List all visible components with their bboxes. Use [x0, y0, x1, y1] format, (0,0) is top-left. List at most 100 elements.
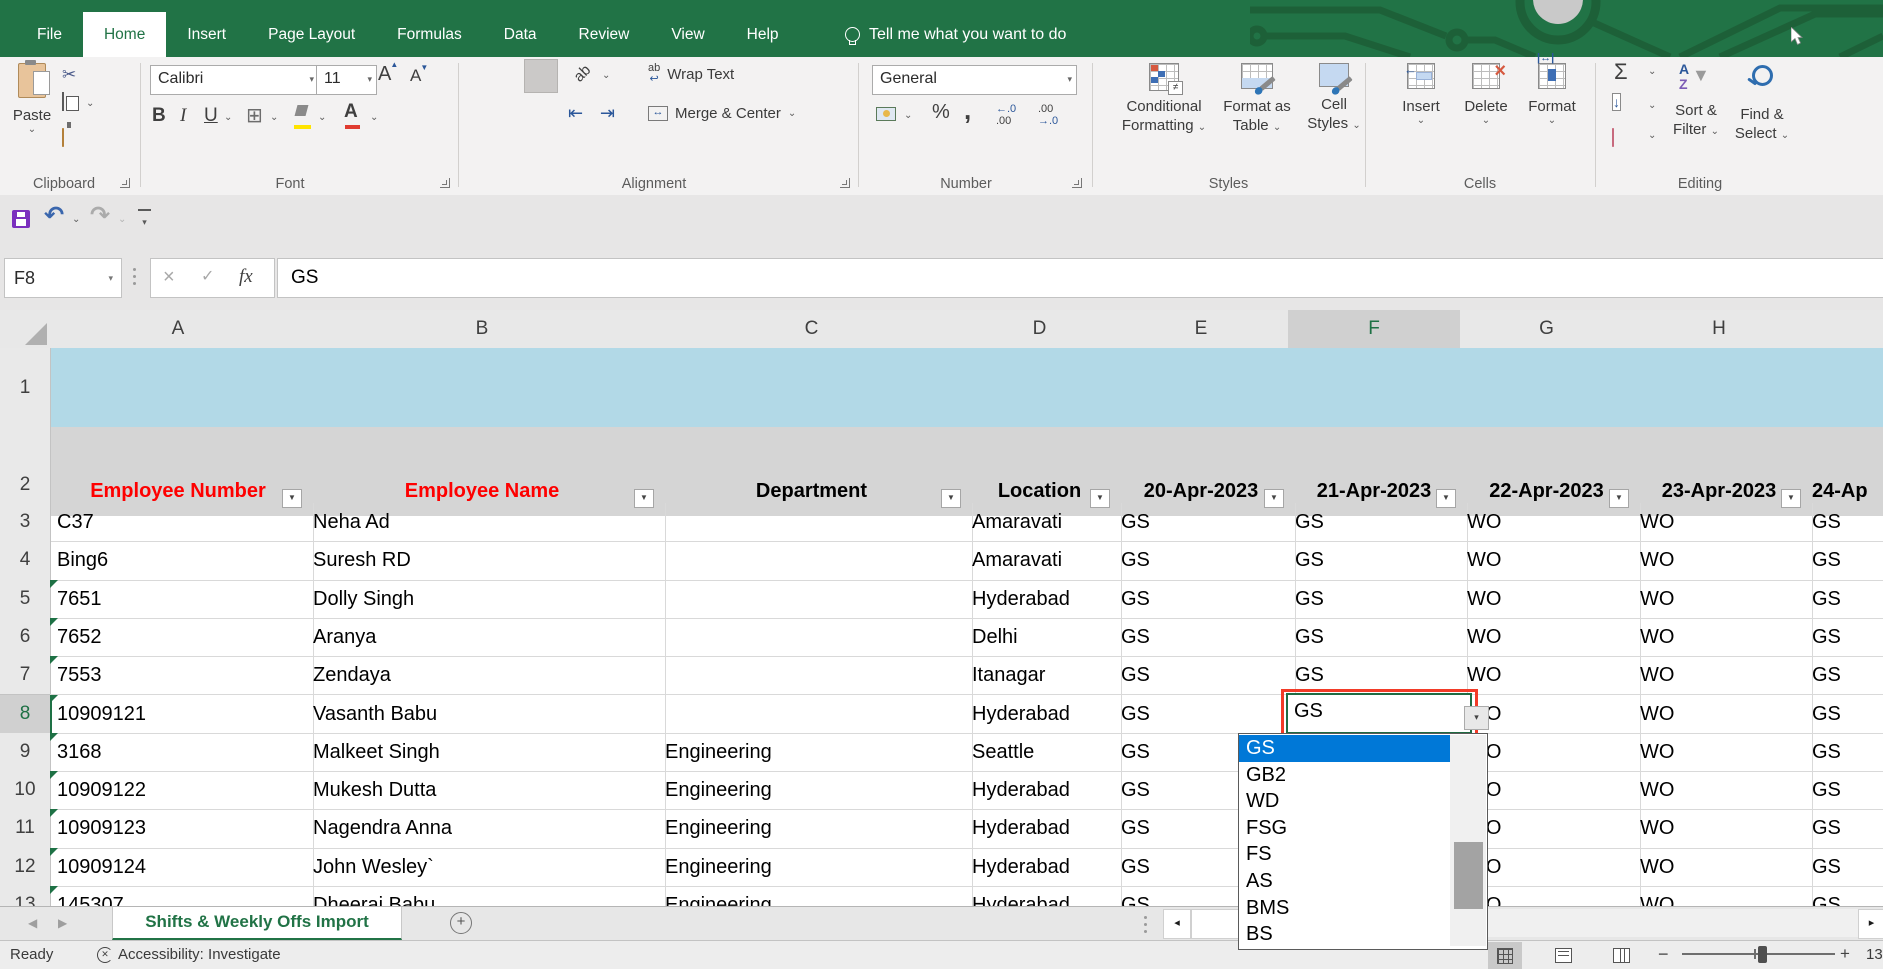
hscroll-left-button[interactable]: ◂	[1163, 909, 1191, 939]
dropdown-option-fsg[interactable]: FSG	[1239, 815, 1455, 842]
cell-B12[interactable]: John Wesley`	[306, 848, 666, 887]
formula-bar-splitter[interactable]	[133, 268, 136, 285]
copy-caret-icon[interactable]: ⌄	[86, 99, 94, 109]
accounting-caret-icon[interactable]: ⌄	[904, 111, 912, 121]
cell-A9[interactable]: 3168	[50, 733, 314, 772]
fill-button[interactable]: ↓	[1612, 93, 1621, 112]
format-painter-button[interactable]	[62, 129, 64, 146]
name-box-arrow-icon[interactable]: ▾	[108, 259, 113, 297]
tell-me-search[interactable]: Tell me what you want to do	[845, 12, 1066, 57]
ribbon-tab-home[interactable]: Home	[83, 12, 166, 57]
insert-function-button[interactable]: fx	[239, 259, 253, 295]
cell-E3[interactable]: GS	[1114, 503, 1296, 542]
font-size-combo[interactable]: 11 ▾	[316, 65, 377, 95]
cell-G3[interactable]: WO	[1460, 503, 1641, 542]
row-header-4[interactable]: 4	[0, 541, 51, 580]
accessibility-status[interactable]: Accessibility: Investigate	[118, 946, 281, 963]
cell-I5[interactable]: GS	[1805, 580, 1883, 619]
row-header-13[interactable]: 13	[0, 886, 51, 906]
cell-B10[interactable]: Mukesh Dutta	[306, 771, 666, 810]
cell-I10[interactable]: GS	[1805, 771, 1883, 810]
filter-button[interactable]: ▼	[941, 489, 961, 508]
cell-I11[interactable]: GS	[1805, 809, 1883, 848]
cell-E4[interactable]: GS	[1114, 541, 1296, 580]
font-color-button[interactable]: A	[344, 101, 361, 129]
grow-font-button[interactable]: A▲	[378, 63, 391, 86]
cell-I4[interactable]: GS	[1805, 541, 1883, 580]
cell-G7[interactable]: WO	[1460, 656, 1641, 695]
select-all-button[interactable]	[0, 310, 51, 349]
formula-input[interactable]: GS	[277, 258, 1883, 298]
font-size-arrow-icon[interactable]: ▾	[367, 66, 372, 92]
cell-F5[interactable]: GS	[1288, 580, 1468, 619]
cell-styles-button[interactable]: Cell Styles ⌄	[1304, 63, 1364, 133]
number-format-combo[interactable]: General ▾	[872, 65, 1077, 95]
enter-button[interactable]: ✓	[201, 259, 214, 295]
cell-H7[interactable]: WO	[1633, 656, 1813, 695]
percent-style-button[interactable]: %	[932, 101, 950, 124]
sort-filter-button[interactable]: A Z ▼ Sort & Filter ⌄	[1668, 61, 1724, 139]
cell-E7[interactable]: GS	[1114, 656, 1296, 695]
clipboard-dialog-launcher[interactable]	[120, 178, 130, 188]
fill-caret-icon[interactable]: ⌄	[1648, 101, 1656, 111]
row-header-5[interactable]: 5	[0, 580, 51, 619]
cell-D6[interactable]: Delhi	[965, 618, 1122, 657]
cell-H13[interactable]: WO	[1633, 886, 1813, 906]
cell-I9[interactable]: GS	[1805, 733, 1883, 772]
ribbon-tab-view[interactable]: View	[650, 12, 725, 57]
row-header-2[interactable]: 2	[0, 427, 51, 504]
cell-C8[interactable]	[658, 695, 973, 734]
cell-D9[interactable]: Seattle	[965, 733, 1122, 772]
merge-center-button[interactable]: ↔ Merge & Center ⌄	[648, 105, 796, 122]
cell-A11[interactable]: 10909123	[50, 809, 314, 848]
cell-I13[interactable]: GS	[1805, 886, 1883, 906]
zoom-level[interactable]: 13	[1866, 946, 1883, 963]
save-button[interactable]	[12, 210, 30, 228]
column-header-E[interactable]: E	[1114, 310, 1289, 349]
accounting-format-button[interactable]	[876, 107, 896, 121]
active-cell-editor[interactable]: GS	[1286, 693, 1472, 734]
column-header-D[interactable]: D	[965, 310, 1115, 349]
copy-button[interactable]	[62, 93, 64, 110]
cell-A4[interactable]: Bing6	[50, 541, 314, 580]
cell-H3[interactable]: WO	[1633, 503, 1813, 542]
column-header-G[interactable]: G	[1460, 310, 1634, 349]
row-header-1[interactable]: 1	[0, 348, 51, 428]
cell-A6[interactable]: 7652	[50, 618, 314, 657]
cell-I12[interactable]: GS	[1805, 848, 1883, 887]
validation-dropdown-button[interactable]: ▾	[1464, 706, 1489, 730]
ribbon-tab-insert[interactable]: Insert	[166, 12, 247, 57]
row-header-7[interactable]: 7	[0, 656, 51, 695]
cell-C10[interactable]: Engineering	[658, 771, 973, 810]
font-dialog-launcher[interactable]	[440, 178, 450, 188]
cell-B6[interactable]: Aranya	[306, 618, 666, 657]
page-break-view-button[interactable]	[1604, 942, 1638, 969]
cell-I7[interactable]: GS	[1805, 656, 1883, 695]
filter-button[interactable]: ▼	[1436, 489, 1456, 508]
cell-D7[interactable]: Itanagar	[965, 656, 1122, 695]
cell-G6[interactable]: WO	[1460, 618, 1641, 657]
customize-qat-button[interactable]: ▾	[138, 209, 151, 230]
column-header-H[interactable]: H	[1633, 310, 1806, 349]
normal-view-button[interactable]	[1488, 942, 1522, 969]
clear-button[interactable]	[1612, 129, 1614, 146]
borders-caret-icon[interactable]: ⌄	[270, 113, 278, 123]
orientation-caret-icon[interactable]: ⌄	[602, 71, 610, 81]
cell-D3[interactable]: Amaravati	[965, 503, 1122, 542]
filter-button[interactable]: ▼	[1264, 489, 1284, 508]
cell-G4[interactable]: WO	[1460, 541, 1641, 580]
column-header-C[interactable]: C	[658, 310, 966, 349]
cell-A5[interactable]: 7651	[50, 580, 314, 619]
ribbon-tab-data[interactable]: Data	[483, 12, 558, 57]
hscroll-thumb[interactable]	[1191, 909, 1239, 939]
paste-button[interactable]: Paste ⌄	[10, 63, 54, 135]
cell-B3[interactable]: Neha Ad	[306, 503, 666, 542]
cell-E8[interactable]: GS	[1114, 695, 1296, 734]
decrease-decimal-button[interactable]: .00→.0	[1038, 103, 1058, 127]
filter-button[interactable]: ▼	[634, 489, 654, 508]
name-box[interactable]: F8 ▾	[4, 258, 122, 298]
cell-H9[interactable]: WO	[1633, 733, 1813, 772]
tab-scroll-splitter[interactable]	[1144, 916, 1147, 933]
redo-caret-icon[interactable]: ⌄	[118, 215, 126, 225]
row-header-9[interactable]: 9	[0, 733, 51, 772]
